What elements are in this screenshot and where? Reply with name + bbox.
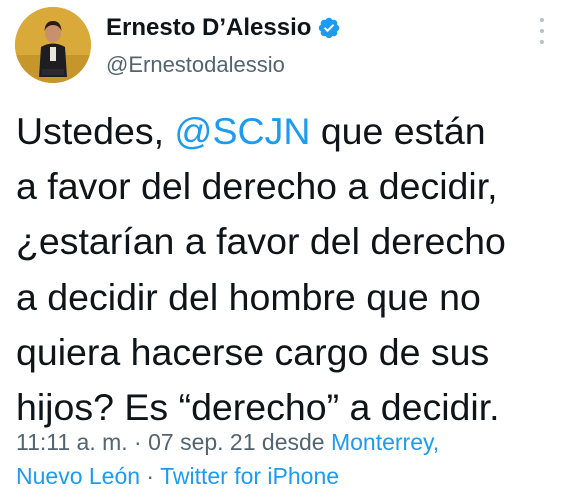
more-options-icon[interactable] xyxy=(537,18,547,44)
tweet-line-4: a decidir del hombre que no xyxy=(16,275,481,318)
tweet-metadata: 11:11 a. m. · 07 sep. 21 desde Monterrey… xyxy=(16,425,556,493)
author-handle[interactable]: @Ernestodalessio xyxy=(106,52,285,78)
meta-line-1: 11:11 a. m. · 07 sep. 21 desde Monterrey… xyxy=(16,425,556,459)
mention-link[interactable]: @SCJN xyxy=(174,110,310,152)
timestamp[interactable]: 11:11 a. m. · 07 sep. 21 desde xyxy=(16,429,331,455)
verified-badge-icon xyxy=(317,16,341,40)
tweet-line-5: quiera hacerse cargo de sus xyxy=(16,330,490,373)
meta-separator: · xyxy=(140,463,161,489)
author-display-name[interactable]: Ernesto D’Alessio xyxy=(106,14,311,42)
tweet-text-fragment: que están xyxy=(310,110,486,152)
location-link-continued[interactable]: Nuevo León xyxy=(16,463,140,489)
client-link[interactable]: Twitter for iPhone xyxy=(160,463,339,489)
tweet-text-fragment: Ustedes, xyxy=(16,110,175,152)
tweet-card: Ernesto D’Alessio @Ernestodalessio Usted… xyxy=(0,0,565,499)
tweet-text: Ustedes, @SCJN que están a favor del der… xyxy=(16,104,556,435)
tweet-line-1: Ustedes, @SCJN que están xyxy=(16,104,556,159)
meta-line-2: Nuevo León · Twitter for iPhone xyxy=(16,459,556,493)
tweet-line-2: a favor del derecho a decidir, xyxy=(16,165,498,208)
avatar[interactable] xyxy=(15,7,91,83)
tweet-line-3: ¿estarían a favor del derecho xyxy=(16,220,506,263)
author-name-row: Ernesto D’Alessio xyxy=(106,14,341,42)
avatar-photo-icon xyxy=(15,7,91,83)
location-link[interactable]: Monterrey, xyxy=(331,429,439,455)
